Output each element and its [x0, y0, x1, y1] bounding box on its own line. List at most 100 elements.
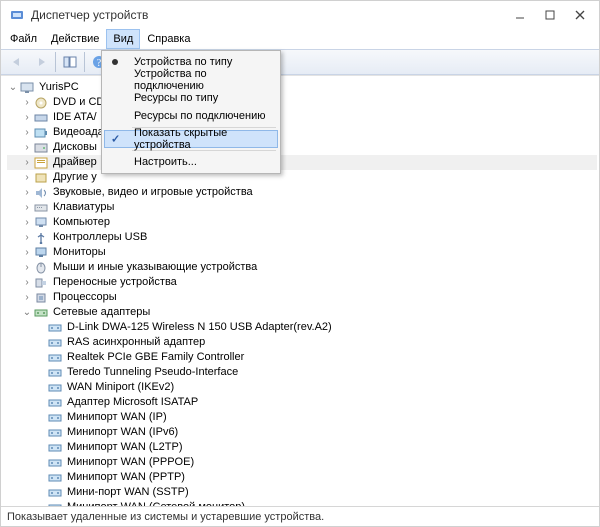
view-customize[interactable]: Настроить... [104, 153, 278, 171]
view-resources-by-connection[interactable]: Ресурсы по подключению [104, 107, 278, 125]
expand-icon[interactable]: › [21, 230, 33, 245]
netitem-icon [47, 501, 63, 507]
netitem-icon [47, 351, 63, 365]
tree-label: Минипорт WAN (PPPOE) [67, 455, 194, 470]
expand-icon[interactable]: ⌄ [21, 305, 33, 320]
expand-icon[interactable]: › [21, 95, 33, 110]
pc-icon [19, 81, 35, 95]
tree-category[interactable]: › DVD и CD [7, 95, 597, 110]
forward-button[interactable] [29, 51, 53, 73]
netitem-icon [47, 366, 63, 380]
tree-device[interactable]: Минипорт WAN (L2TP) [7, 440, 597, 455]
mouse-icon [33, 261, 49, 275]
expand-icon[interactable]: › [21, 260, 33, 275]
tree-device[interactable]: Минипорт WAN (Сетевой монитор) [7, 500, 597, 506]
maximize-button[interactable] [535, 5, 565, 25]
expand-icon[interactable]: › [21, 155, 33, 170]
tree-label: DVD и CD [53, 95, 104, 110]
tree-device[interactable]: Минипорт WAN (PPPOE) [7, 455, 597, 470]
tree-device[interactable]: Realtek PCIe GBE Family Controller [7, 350, 597, 365]
netitem-icon [47, 336, 63, 350]
tree-category[interactable]: › Видеоада [7, 125, 597, 140]
tree-device[interactable]: D-Link DWA-125 Wireless N 150 USB Adapte… [7, 320, 597, 335]
tree-label: Мини-порт WAN (SSTP) [67, 485, 189, 500]
expand-icon[interactable]: ⌄ [7, 80, 19, 95]
tree-device[interactable]: Минипорт WAN (PPTP) [7, 470, 597, 485]
view-show-hidden[interactable]: ✓ Показать скрытые устройства [104, 130, 278, 148]
menu-help[interactable]: Справка [140, 29, 197, 49]
app-icon [9, 7, 25, 23]
tree-device[interactable]: Минипорт WAN (IPv6) [7, 425, 597, 440]
minimize-button[interactable] [505, 5, 535, 25]
expand-icon[interactable]: › [21, 185, 33, 200]
netitem-icon [47, 381, 63, 395]
tree-label: Минипорт WAN (Сетевой монитор) [67, 500, 245, 506]
netitem-icon [47, 441, 63, 455]
tree-label: Видеоада [53, 125, 104, 140]
hdd-icon [33, 141, 49, 155]
mon-icon [33, 246, 49, 260]
expand-icon[interactable]: › [21, 245, 33, 260]
view-resources-by-type[interactable]: Ресурсы по типу [104, 89, 278, 107]
toolbar-divider [55, 52, 56, 72]
expand-icon[interactable]: › [21, 275, 33, 290]
comp-icon [33, 216, 49, 230]
tree-device[interactable]: WAN Miniport (IKEv2) [7, 380, 597, 395]
net-icon [33, 306, 49, 320]
tree-label: Минипорт WAN (L2TP) [67, 440, 183, 455]
tree-category[interactable]: › Мыши и иные указывающие устройства [7, 260, 597, 275]
menu-view[interactable]: Вид [106, 29, 140, 49]
tree-label: Звуковые, видео и игровые устройства [53, 185, 253, 200]
kb-icon [33, 201, 49, 215]
tree-label: IDE ATA/ [53, 110, 97, 125]
sound-icon [33, 186, 49, 200]
tree-device[interactable]: Мини-порт WAN (SSTP) [7, 485, 597, 500]
expand-icon[interactable]: › [21, 170, 33, 185]
netitem-icon [47, 321, 63, 335]
radio-selected-icon [112, 59, 118, 65]
tree-category[interactable]: › Мониторы [7, 245, 597, 260]
menu-item-label: Настроить... [134, 156, 197, 168]
expand-icon[interactable]: › [21, 140, 33, 155]
tree-device[interactable]: Teredo Tunneling Pseudo-Interface [7, 365, 597, 380]
view-devices-by-connection[interactable]: Устройства по подключению [104, 71, 278, 89]
tree-root[interactable]: ⌄ YurisPC [7, 80, 597, 95]
window-title: Диспетчер устройств [31, 8, 505, 22]
tree-label: Компьютер [53, 215, 110, 230]
tree-device[interactable]: Адаптер Microsoft ISATAP [7, 395, 597, 410]
menu-item-label: Показать скрытые устройства [134, 127, 277, 151]
port-icon [33, 276, 49, 290]
close-button[interactable] [565, 5, 595, 25]
tree-label: RAS асинхронный адаптер [67, 335, 205, 350]
expand-icon[interactable]: › [21, 125, 33, 140]
tree-category[interactable]: › Клавиатуры [7, 200, 597, 215]
other-icon [33, 171, 49, 185]
tree-category[interactable]: › Переносные устройства [7, 275, 597, 290]
tree-category[interactable]: › Компьютер [7, 215, 597, 230]
tree-device[interactable]: RAS асинхронный адаптер [7, 335, 597, 350]
tree-category[interactable]: › Драйвер [7, 155, 597, 170]
expand-icon[interactable]: › [21, 290, 33, 305]
device-tree[interactable]: ⌄ YurisPC › DVD и CD › IDE ATA/ › Видеоа… [1, 76, 599, 506]
tree-category[interactable]: › Контроллеры USB [7, 230, 597, 245]
tree-label: Сетевые адаптеры [53, 305, 150, 320]
statusbar: Показывает удаленные из системы и устаре… [1, 506, 599, 526]
tree-category[interactable]: › Процессоры [7, 290, 597, 305]
back-button[interactable] [5, 51, 29, 73]
tree-category[interactable]: › IDE ATA/ [7, 110, 597, 125]
tree-category[interactable]: › Дисковы [7, 140, 597, 155]
show-hide-tree-button[interactable] [58, 51, 82, 73]
tree-label: D-Link DWA-125 Wireless N 150 USB Adapte… [67, 320, 332, 335]
menu-action[interactable]: Действие [44, 29, 106, 49]
tree-device[interactable]: Минипорт WAN (IP) [7, 410, 597, 425]
tree-label: Мыши и иные указывающие устройства [53, 260, 257, 275]
netitem-icon [47, 411, 63, 425]
menu-item-label: Ресурсы по типу [134, 92, 218, 104]
expand-icon[interactable]: › [21, 200, 33, 215]
expand-icon[interactable]: › [21, 110, 33, 125]
menu-file[interactable]: Файл [3, 29, 44, 49]
expand-icon[interactable]: › [21, 215, 33, 230]
tree-category[interactable]: › Другие у [7, 170, 597, 185]
tree-category[interactable]: › Звуковые, видео и игровые устройства [7, 185, 597, 200]
tree-category-network[interactable]: ⌄ Сетевые адаптеры [7, 305, 597, 320]
